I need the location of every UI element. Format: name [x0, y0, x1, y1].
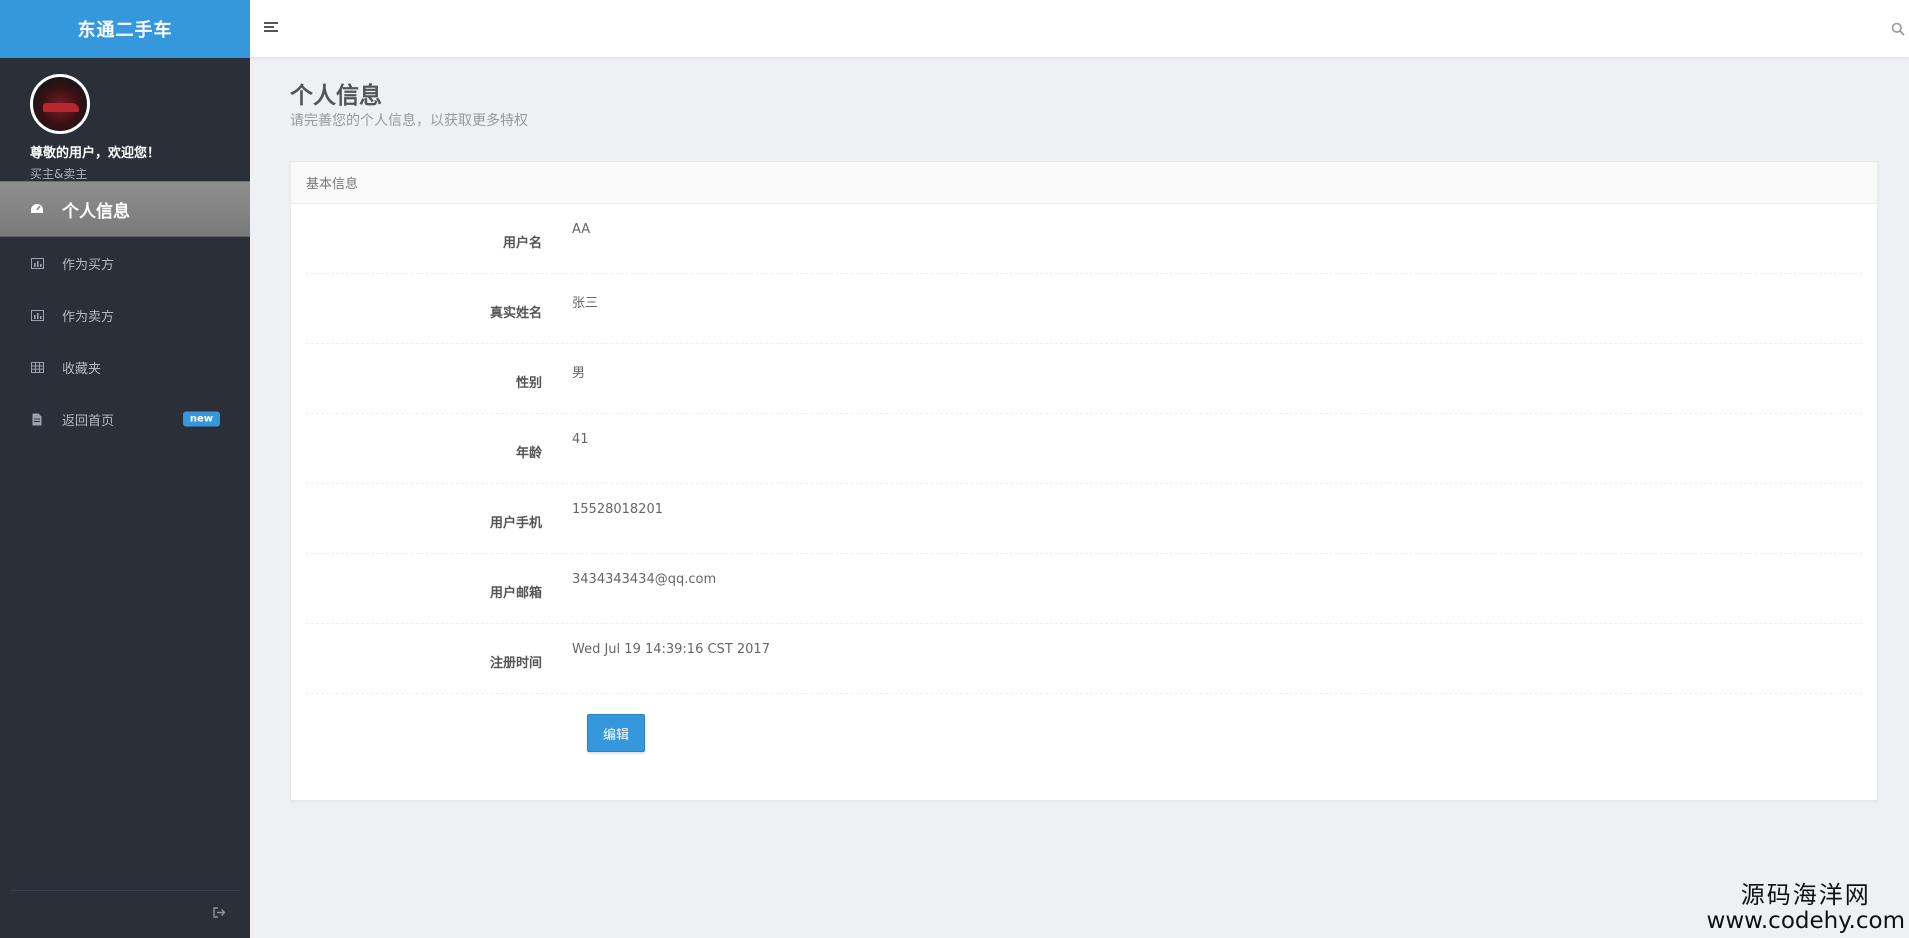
document-icon [30, 412, 44, 426]
sidebar: 东通二手车 尊敬的用户，欢迎您！ 买主&卖主 个人信息 作为买方 作为卖方 收藏… [0, 0, 250, 938]
watermark-title: 源码海洋网 [1740, 881, 1871, 910]
field-value: 41 [572, 432, 589, 447]
user-role: 买主&卖主 [30, 167, 88, 181]
sidebar-item-as-buyer[interactable]: 作为买方 [0, 237, 250, 289]
field-label: 用户名 [502, 236, 542, 251]
field-value: 15528018201 [572, 502, 663, 517]
page-title: 个人信息 [290, 83, 382, 109]
sidebar-item-favorites[interactable]: 收藏夹 [0, 341, 250, 393]
app-window: 东通二手车 尊敬的用户，欢迎您！ 买主&卖主 个人信息 作为买方 作为卖方 收藏… [0, 0, 1909, 938]
field-row-realname: 真实姓名 张三 [306, 274, 1862, 344]
profile-card: 基本信息 用户名 AA 真实姓名 张三 性别 男 年龄 41 用户手机 1552… [290, 161, 1878, 801]
sidebar-item-label: 个人信息 [62, 201, 130, 222]
field-value: Wed Jul 19 14:39:16 CST 2017 [572, 642, 770, 657]
watermark: 源码海洋网 www.codehy.com [1707, 882, 1905, 934]
field-label: 年龄 [515, 446, 542, 461]
top-bar [250, 0, 1909, 58]
sidebar-item-label: 作为卖方 [62, 309, 115, 325]
field-label: 注册时间 [489, 656, 542, 671]
dashboard-icon [30, 202, 44, 216]
sidebar-nav: 个人信息 作为买方 作为卖方 收藏夹 返回首页 new [0, 181, 250, 445]
search-icon[interactable] [1891, 21, 1905, 36]
sidebar-item-profile[interactable]: 个人信息 [0, 181, 250, 237]
avatar[interactable] [30, 74, 90, 134]
sidebar-item-label: 收藏夹 [62, 361, 102, 377]
menu-toggle-icon[interactable] [264, 22, 278, 34]
sidebar-item-as-seller[interactable]: 作为卖方 [0, 289, 250, 341]
main-content: 个人信息 请完善您的个人信息，以获取更多特权 基本信息 用户名 AA 真实姓名 … [250, 58, 1909, 938]
card-body: 用户名 AA 真实姓名 张三 性别 男 年龄 41 用户手机 155280182… [291, 204, 1877, 752]
new-badge: new [182, 411, 220, 427]
card-actions: 编辑 [306, 694, 1862, 752]
field-label: 用户邮箱 [489, 586, 542, 601]
card-header: 基本信息 [291, 162, 1877, 204]
field-value: AA [572, 222, 591, 237]
watermark-url: www.codehy.com [1706, 907, 1905, 934]
field-label: 真实姓名 [489, 306, 542, 321]
field-value: 张三 [572, 296, 599, 311]
field-label: 性别 [515, 376, 542, 391]
edit-button[interactable]: 编辑 [587, 714, 645, 752]
field-row-username: 用户名 AA [306, 204, 1862, 274]
field-row-gender: 性别 男 [306, 344, 1862, 414]
sidebar-item-home[interactable]: 返回首页 new [0, 393, 250, 445]
sidebar-item-label: 返回首页 [62, 413, 115, 429]
page-subtitle: 请完善您的个人信息，以获取更多特权 [290, 113, 528, 129]
field-value: 男 [572, 366, 586, 381]
user-panel: 尊敬的用户，欢迎您！ 买主&卖主 [0, 58, 250, 181]
field-row-email: 用户邮箱 3434343434@qq.com [306, 554, 1862, 624]
brand-title[interactable]: 东通二手车 [0, 0, 250, 58]
field-value: 3434343434@qq.com [572, 572, 717, 587]
bar-chart-icon [30, 256, 44, 270]
logout-icon[interactable] [213, 907, 226, 922]
sidebar-item-label: 作为买方 [62, 257, 115, 273]
welcome-text: 尊敬的用户，欢迎您！ [30, 146, 161, 161]
field-row-age: 年龄 41 [306, 414, 1862, 484]
sidebar-footer [10, 890, 240, 938]
bar-chart-icon [30, 308, 44, 322]
grid-icon [30, 360, 44, 374]
field-row-phone: 用户手机 15528018201 [306, 484, 1862, 554]
field-label: 用户手机 [489, 516, 542, 531]
field-row-registered: 注册时间 Wed Jul 19 14:39:16 CST 2017 [306, 624, 1862, 694]
